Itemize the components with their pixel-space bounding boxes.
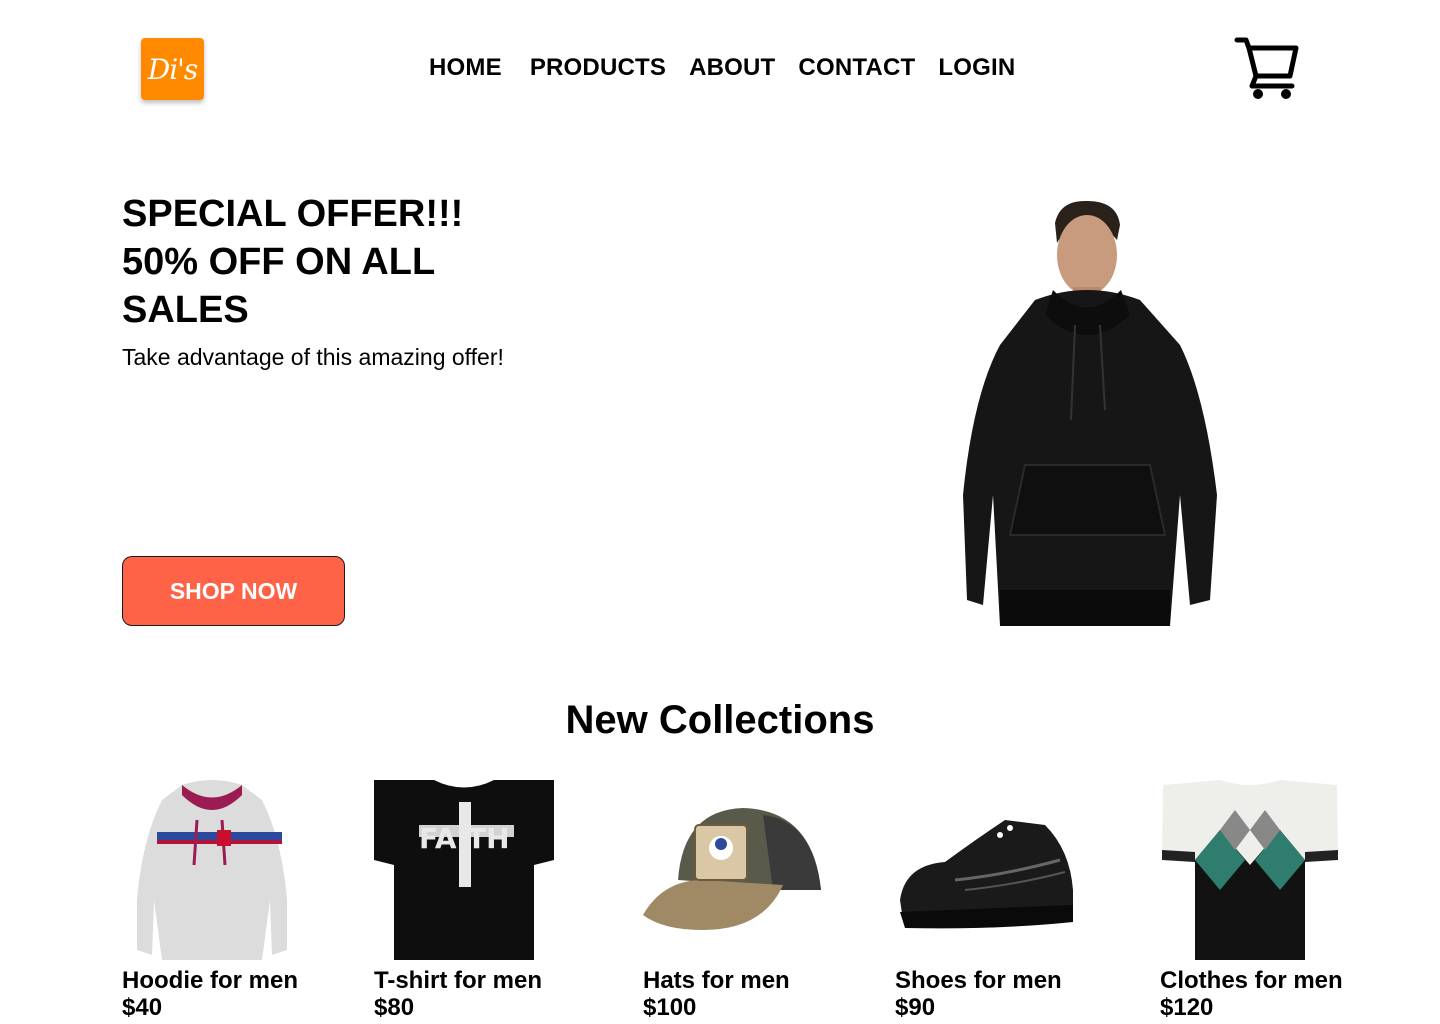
- product-price: $120: [1160, 994, 1214, 1021]
- nav-login[interactable]: LOGIN: [938, 54, 1015, 82]
- product-price: $80: [374, 994, 415, 1021]
- product-price: $90: [895, 994, 936, 1021]
- product-name: Clothes for men: [1160, 967, 1343, 994]
- hero-title: SPECIAL OFFER!!! 50% OFF ON ALL SALES: [122, 190, 542, 334]
- collections-title: New Collections: [565, 698, 875, 742]
- shop-now-button[interactable]: SHOP NOW: [122, 556, 345, 626]
- product-image-hat: [643, 808, 821, 930]
- product-card-shoes[interactable]: Shoes for men $90: [895, 780, 1075, 1021]
- nav-home[interactable]: HOME: [429, 54, 502, 82]
- product-name: Hoodie for men: [122, 967, 299, 994]
- product-image-shoes: [900, 820, 1073, 929]
- logo-text: Di's: [147, 52, 198, 86]
- hero-title-line-1: SPECIAL OFFER!!!: [122, 193, 464, 235]
- shopping-cart-icon[interactable]: [1234, 36, 1300, 102]
- product-card-clothes[interactable]: Clothes for men $120: [1160, 780, 1343, 1021]
- product-image-clothes: [1162, 780, 1338, 960]
- hero-subtitle: Take advantage of this amazing offer!: [122, 344, 504, 370]
- product-name: Hats for men: [643, 967, 790, 994]
- svg-text:FAITH: FAITH: [419, 822, 510, 855]
- main-nav: HOME PRODUCTS ABOUT CONTACT LOGIN: [429, 54, 1015, 82]
- product-price: $100: [643, 994, 697, 1021]
- product-price: $40: [122, 994, 163, 1021]
- product-image-tshirt: FAITH: [374, 780, 554, 960]
- hero-model-hoodie-image: [963, 200, 1217, 626]
- product-card-hoodie[interactable]: Hoodie for men $40: [122, 780, 302, 1021]
- nav-products[interactable]: PRODUCTS: [530, 54, 666, 82]
- product-name: Shoes for men: [895, 967, 1062, 994]
- hero-title-line-2: 50% OFF ON ALL: [122, 241, 436, 283]
- brand-logo[interactable]: Di's: [141, 38, 204, 100]
- product-card-hat[interactable]: Hats for men $100: [643, 780, 823, 1021]
- product-name: T-shirt for men: [374, 967, 543, 994]
- product-card-tshirt[interactable]: FAITH T-shirt for men $80: [374, 780, 554, 1021]
- nav-contact[interactable]: CONTACT: [798, 54, 915, 82]
- hero-title-line-3: SALES: [122, 289, 249, 331]
- nav-about[interactable]: ABOUT: [689, 54, 775, 82]
- product-image-hoodie: [137, 780, 287, 960]
